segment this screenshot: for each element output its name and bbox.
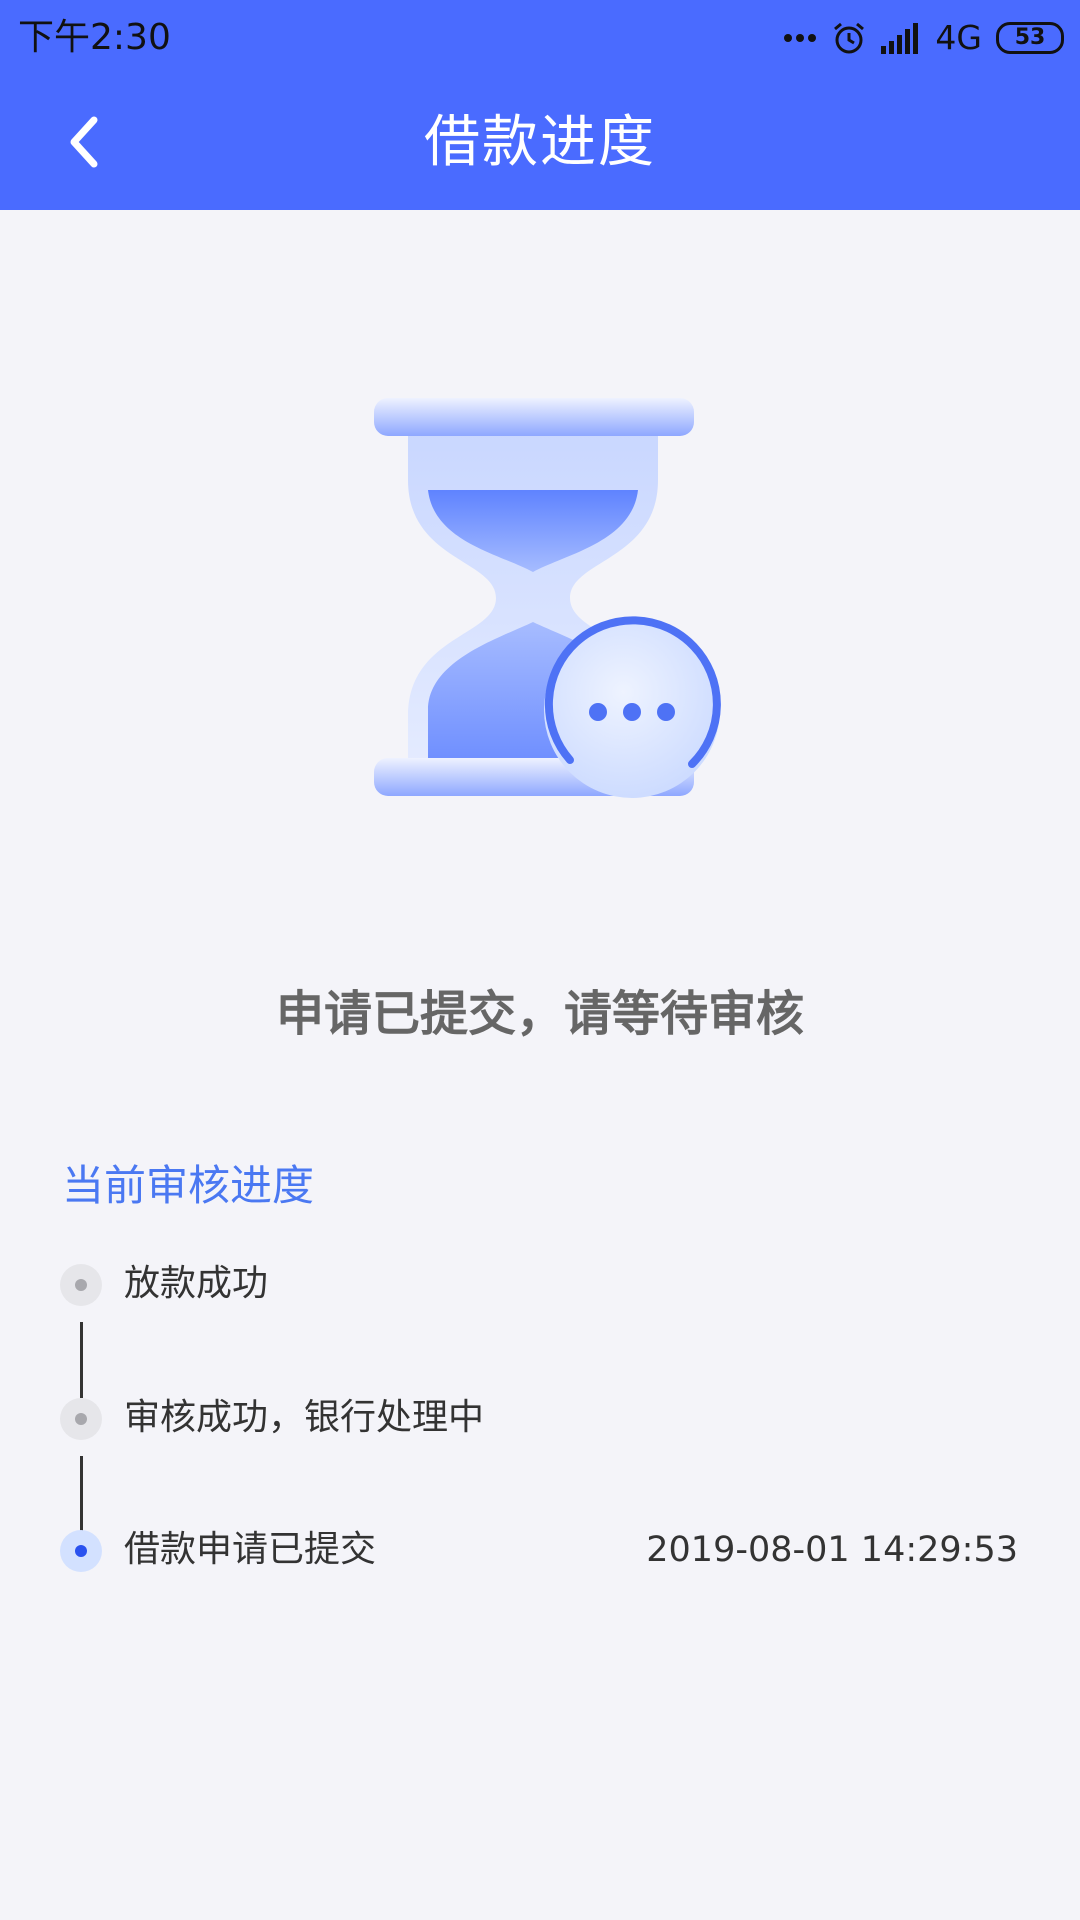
header: 下午2:30 4G 53 借款进度: [0, 0, 1080, 210]
section-title: 当前审核进度: [62, 1161, 315, 1210]
hourglass-icon: [374, 398, 721, 798]
timeline-connector: [80, 1322, 83, 1398]
progress-timeline: 放款成功 审核成功，银行处理中 借款申请已提交 2019-08-01 14:29…: [0, 1254, 1080, 1614]
signal-icon: [881, 23, 919, 54]
battery-level: 53: [1014, 25, 1046, 50]
step-label: 审核成功，银行处理中: [124, 1397, 485, 1438]
step-dot: [60, 1264, 102, 1306]
timeline-step: 借款申请已提交 2019-08-01 14:29:53: [0, 1520, 1080, 1580]
timeline-step: 审核成功，银行处理中: [0, 1388, 1080, 1448]
step-time: 2019-08-01 14:29:53: [646, 1530, 1018, 1570]
status-message: 申请已提交，请等待审核: [275, 986, 804, 1042]
status-time: 下午2:30: [18, 17, 171, 58]
battery-icon: 53: [996, 22, 1064, 54]
timeline-step: 放款成功: [0, 1254, 1080, 1314]
network-type: 4G: [935, 18, 982, 57]
status-icons: 4G 53: [783, 18, 1064, 58]
step-label: 放款成功: [124, 1263, 269, 1304]
nav-bar: 借款进度: [0, 76, 1080, 210]
status-bar: 下午2:30 4G 53: [0, 0, 1080, 76]
more-icon: [784, 34, 817, 42]
step-dot: [60, 1398, 102, 1440]
alarm-icon: [834, 22, 865, 54]
hourglass-illustration: [340, 360, 760, 840]
step-label: 借款申请已提交: [124, 1529, 377, 1570]
step-dot-active: [60, 1530, 102, 1572]
page-title: 借款进度: [424, 110, 656, 175]
